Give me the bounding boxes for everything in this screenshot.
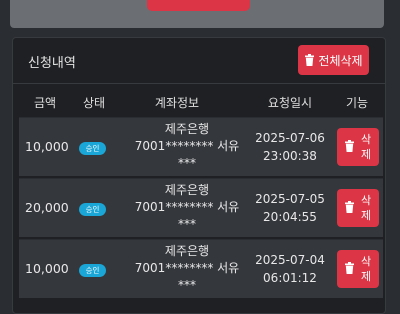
panel-header: 신청내역 전체삭제 bbox=[13, 38, 385, 84]
status-badge: 승인 bbox=[79, 142, 106, 155]
table-header: 금액 상태 계좌정보 요청일시 기능 bbox=[17, 88, 383, 114]
bank-name: 제주은행 bbox=[164, 244, 210, 258]
delete-all-label: 전체삭제 bbox=[318, 53, 363, 68]
table-row: 20,000 승인 제주은행 7001******** 서유 *** 2025-… bbox=[19, 178, 383, 237]
table-row: 10,000 승인 제주은행 7001******** 서유 *** 2025-… bbox=[19, 117, 383, 176]
table-row: 10,000 승인 제주은행 7001******** 서유 *** 2025-… bbox=[19, 239, 383, 298]
account-cell: 제주은행 7001******** 서유 *** bbox=[127, 182, 247, 233]
top-action-button[interactable] bbox=[147, 0, 250, 11]
delete-button[interactable]: 삭제 bbox=[337, 128, 379, 166]
amount-cell: 10,000 bbox=[25, 139, 69, 154]
panel-title: 신청내역 bbox=[28, 56, 76, 71]
amount-cell: 10,000 bbox=[25, 261, 69, 276]
account-cell: 제주은행 7001******** 서유 *** bbox=[127, 243, 247, 294]
delete-label: 삭제 bbox=[360, 133, 372, 161]
delete-button[interactable]: 삭제 bbox=[337, 189, 379, 227]
datetime-cell: 2025-07-04 06:01:12 bbox=[251, 251, 329, 287]
header-account: 계좌정보 bbox=[154, 96, 200, 110]
request-date: 2025-07-04 bbox=[255, 253, 325, 267]
account-number: 7001******** 서유 *** bbox=[134, 261, 240, 292]
datetime-cell: 2025-07-05 20:04:55 bbox=[251, 190, 329, 226]
delete-label: 삭제 bbox=[360, 255, 372, 283]
trash-icon bbox=[345, 262, 354, 274]
trash-icon bbox=[345, 140, 354, 152]
account-number: 7001******** 서유 *** bbox=[134, 139, 240, 170]
header-datetime: 요청일시 bbox=[267, 96, 313, 110]
header-status: 상태 bbox=[82, 96, 106, 110]
delete-all-button[interactable]: 전체삭제 bbox=[298, 45, 369, 75]
bank-name: 제주은행 bbox=[164, 183, 210, 197]
request-time: 23:00:38 bbox=[263, 149, 317, 163]
datetime-cell: 2025-07-06 23:00:38 bbox=[251, 129, 329, 165]
header-actions: 기능 bbox=[345, 96, 369, 110]
status-badge: 승인 bbox=[79, 264, 106, 277]
trash-icon bbox=[305, 54, 315, 66]
amount-cell: 20,000 bbox=[25, 200, 69, 215]
delete-button[interactable]: 삭제 bbox=[337, 250, 379, 288]
account-number: 7001******** 서유 *** bbox=[134, 200, 240, 231]
request-date: 2025-07-05 bbox=[255, 192, 325, 206]
request-date: 2025-07-06 bbox=[255, 131, 325, 145]
request-time: 20:04:55 bbox=[263, 210, 317, 224]
trash-icon bbox=[345, 201, 354, 213]
bank-name: 제주은행 bbox=[164, 122, 210, 136]
header-amount: 금액 bbox=[33, 96, 57, 110]
account-cell: 제주은행 7001******** 서유 *** bbox=[127, 121, 247, 172]
request-time: 06:01:12 bbox=[263, 271, 317, 285]
delete-label: 삭제 bbox=[360, 194, 372, 222]
status-badge: 승인 bbox=[79, 203, 106, 216]
request-history-panel: 신청내역 전체삭제 금액 상태 계좌정보 요청일시 기능 10,000 승인 제… bbox=[12, 37, 386, 314]
top-area bbox=[0, 0, 400, 30]
